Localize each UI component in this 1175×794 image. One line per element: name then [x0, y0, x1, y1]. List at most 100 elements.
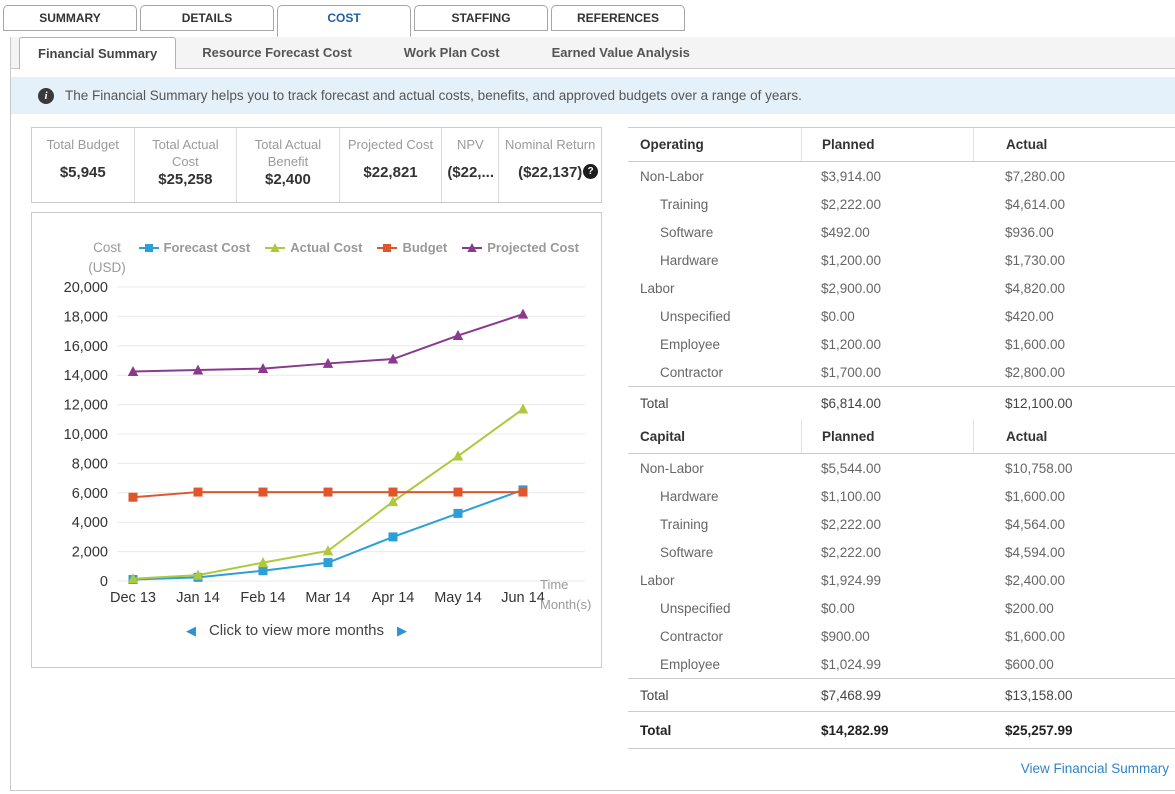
table-cell: Total: [640, 395, 669, 411]
table-cell: $2,222.00: [821, 544, 882, 560]
svg-text:14,000: 14,000: [64, 368, 108, 384]
table-row-unspecified: Unspecified $0.00 $420.00: [628, 302, 1175, 330]
table-cell: $1,200.00: [821, 252, 882, 268]
pager-next-icon[interactable]: ▶: [397, 624, 407, 637]
table-row-hardware: Hardware $1,200.00 $1,730.00: [628, 246, 1175, 274]
main-content: Total Budget $5,945 Total Actual Cost $25,2…: [11, 114, 1175, 790]
subtab-financial-summary[interactable]: Financial Summary: [19, 37, 177, 69]
pager-label[interactable]: Click to view more months: [209, 622, 384, 639]
table-row-contractor: Contractor $1,700.00 $2,800.00: [628, 358, 1175, 386]
subtab-earned-value-analysis[interactable]: Earned Value Analysis: [526, 37, 716, 68]
table-cell: $3,914.00: [821, 168, 882, 184]
table-footer: View Financial Summary: [628, 749, 1175, 790]
table-cell: $1,730.00: [1005, 252, 1066, 268]
kpi-value: $5,945: [59, 164, 106, 181]
table-cell: Non-Labor: [640, 460, 704, 476]
sub-tab-bar: Financial Summary Resource Forecast Cost W…: [11, 37, 1175, 69]
table-row-training: Training $2,222.00 $4,564.00: [628, 510, 1175, 538]
chart-x-axis-title: Time Month(s): [540, 577, 592, 613]
table-cell: Unspecified: [660, 600, 731, 616]
table-row-unspecified: Unspecified $0.00 $200.00: [628, 594, 1175, 622]
svg-text:18,000: 18,000: [64, 309, 108, 325]
table-cell: Unspecified: [660, 308, 731, 324]
svg-text:Jun 14: Jun 14: [501, 590, 545, 606]
help-icon[interactable]: ?: [583, 164, 598, 179]
table-row-employee: Employee $1,200.00 $1,600.00: [628, 330, 1175, 358]
kpi-value: $2,400: [265, 170, 311, 188]
table-cell: $1,600.00: [1005, 628, 1066, 644]
legend-item-forecast-cost[interactable]: Forecast Cost: [138, 240, 251, 255]
svg-text:2,000: 2,000: [72, 545, 108, 561]
table-row-training: Training $2,222.00 $4,614.00: [628, 190, 1175, 218]
legend-item-budget[interactable]: Budget: [377, 240, 447, 255]
svg-text:8,000: 8,000: [72, 456, 108, 472]
kpi-label: Nominal Return: [505, 137, 596, 152]
main-tab-bar: SUMMARY DETAILS COST STAFFING REFERENCES: [0, 0, 1175, 37]
table-cell: Software: [660, 224, 714, 240]
svg-text:16,000: 16,000: [64, 339, 108, 355]
legend-item-actual-cost[interactable]: Actual Cost: [265, 240, 362, 255]
right-column: Operating Planned Actual Non-Labor $3,914.00…: [628, 127, 1175, 790]
table-row-hardware: Hardware $1,100.00 $1,600.00: [628, 482, 1175, 510]
legend-label: Budget: [402, 240, 448, 255]
cost-line-chart: 0 2,000 4,000 6,000 8,000 10,000 12,000 14,000 1…: [64, 280, 585, 606]
table-cell: $4,594.00: [1005, 544, 1066, 560]
table-cell: $25,257.99: [1005, 722, 1073, 738]
table-cell: $2,900.00: [821, 280, 882, 296]
table-cell: $7,468.99: [821, 687, 882, 703]
legend-item-projected-cost[interactable]: Projected Cost: [462, 240, 579, 255]
tab-summary[interactable]: SUMMARY: [3, 5, 137, 31]
chart-month-pager: ◀ Click to view more months ▶: [32, 622, 561, 639]
table-cell: $4,614.00: [1005, 196, 1066, 212]
table-cell: Operating: [640, 137, 704, 152]
table-cell: $2,800.00: [1005, 364, 1066, 380]
table-cell: $12,100.00: [1005, 395, 1073, 411]
cost-chart-card: Cost (USD) Forecast Cost Actual Cost Budge…: [31, 212, 602, 668]
view-financial-summary-link[interactable]: View Financial Summary: [1021, 761, 1169, 776]
svg-text:Feb 14: Feb 14: [240, 590, 285, 606]
tab-cost[interactable]: COST: [277, 5, 411, 37]
left-column: Total Budget $5,945 Total Actual Cost $25,2…: [31, 127, 602, 668]
table-row-labor: Labor $1,924.99 $2,400.00: [628, 566, 1175, 594]
table-cell: Planned: [801, 419, 973, 453]
table-cell: $1,700.00: [821, 364, 882, 380]
legend-label: Actual Cost: [290, 240, 363, 255]
legend-label: Projected Cost: [487, 240, 579, 255]
table-cell: $492.00: [821, 224, 870, 240]
legend-marker-icon: [377, 243, 398, 252]
table-cell: Capital: [640, 428, 686, 444]
table-cell: Total: [640, 687, 669, 703]
pager-prev-icon[interactable]: ◀: [186, 624, 196, 637]
table-cell: Planned: [801, 128, 973, 161]
info-banner-text: The Financial Summary helps you to track…: [65, 88, 802, 103]
legend-label: Forecast Cost: [163, 240, 251, 255]
subtab-work-plan-cost[interactable]: Work Plan Cost: [378, 37, 526, 68]
table-row-contractor: Contractor $900.00 $1,600.00: [628, 622, 1175, 650]
kpi-value: $25,258: [158, 170, 213, 188]
table-row-labor: Labor $2,900.00 $4,820.00: [628, 274, 1175, 302]
table-cell: Hardware: [660, 252, 719, 268]
table-cell: $0.00: [821, 600, 855, 616]
table-cell: $1,100.00: [821, 488, 882, 504]
table-cell: $4,564.00: [1005, 516, 1066, 532]
legend-marker-icon: [265, 242, 286, 252]
table-cell: $10,758.00: [1005, 460, 1073, 476]
svg-text:20,000: 20,000: [64, 280, 108, 296]
svg-text:0: 0: [100, 574, 108, 590]
kpi-npv: NPV ($22,...: [442, 128, 500, 202]
section-header-operating: Operating Planned Actual: [628, 127, 1175, 162]
table-cell: $13,158.00: [1005, 687, 1073, 703]
tab-staffing[interactable]: STAFFING: [414, 5, 548, 31]
kpi-label: Total Actual Cost: [152, 137, 219, 169]
table-cell: Total: [640, 722, 672, 738]
table-cell: $1,600.00: [1005, 336, 1066, 352]
tab-details[interactable]: DETAILS: [140, 5, 274, 31]
subtab-resource-forecast-cost[interactable]: Resource Forecast Cost: [176, 37, 378, 68]
table-cell: $600.00: [1005, 656, 1054, 672]
table-cell: $2,400.00: [1005, 572, 1066, 588]
kpi-projected-cost: Projected Cost $22,821: [340, 128, 443, 202]
table-cell: $1,924.99: [821, 572, 882, 588]
cost-breakdown-table: Operating Planned Actual Non-Labor $3,914.00…: [628, 127, 1175, 749]
kpi-value: $22,821: [363, 164, 418, 181]
tab-references[interactable]: REFERENCES: [551, 5, 685, 31]
